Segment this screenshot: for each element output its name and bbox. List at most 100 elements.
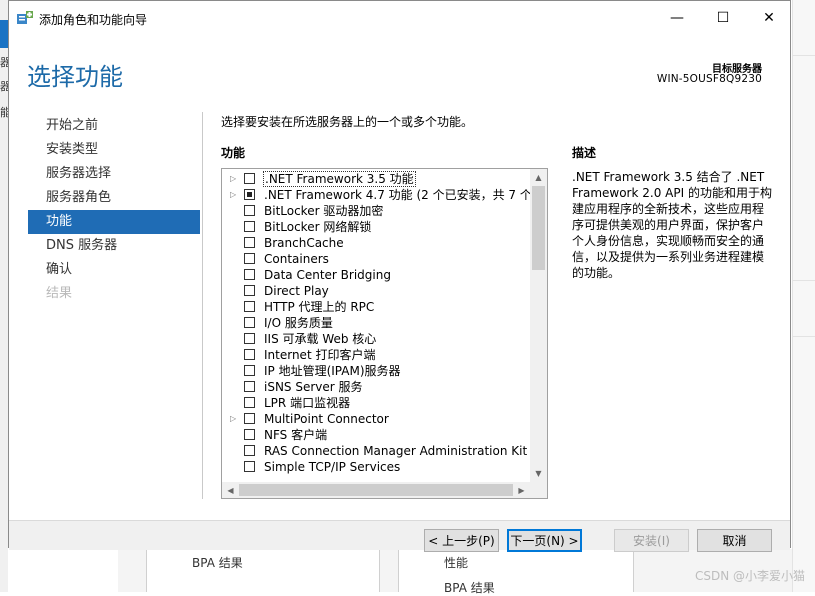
- feature-row[interactable]: RAS Connection Manager Administration Ki…: [222, 443, 544, 459]
- feature-row[interactable]: BitLocker 驱动器加密: [222, 203, 530, 219]
- add-roles-wizard-dialog: 添加角色和功能向导 — ☐ ✕ 选择功能 目标服务器 WIN-5OUSF8Q92…: [8, 0, 791, 550]
- feature-checkbox[interactable]: [244, 413, 255, 424]
- feature-row[interactable]: IIS 可承载 Web 核心: [222, 331, 530, 347]
- features-label: 功能: [221, 146, 246, 160]
- scrollbar-corner: [530, 482, 547, 498]
- feature-label[interactable]: Direct Play: [264, 284, 329, 298]
- feature-row[interactable]: ▷ .NET Framework 3.5 功能: [222, 171, 530, 187]
- install-button[interactable]: 安装(I): [614, 529, 689, 552]
- feature-label[interactable]: IP 地址管理(IPAM)服务器: [264, 364, 401, 378]
- background-bpa-label: BPA 结果: [192, 556, 243, 570]
- feature-label[interactable]: Data Center Bridging: [264, 268, 391, 282]
- scroll-right-icon[interactable]: ▶: [513, 482, 530, 498]
- feature-checkbox[interactable]: [244, 189, 255, 200]
- minimize-button[interactable]: —: [654, 1, 700, 35]
- description-label: 描述: [572, 146, 597, 160]
- feature-checkbox[interactable]: [244, 445, 255, 456]
- feature-checkbox[interactable]: [244, 365, 255, 376]
- feature-checkbox[interactable]: [244, 397, 255, 408]
- background-perf-label: 性能: [444, 556, 469, 570]
- background-accent: [0, 20, 8, 48]
- feature-label[interactable]: Containers: [264, 252, 329, 266]
- feature-checkbox[interactable]: [244, 269, 255, 280]
- page-title: 选择功能: [27, 63, 123, 91]
- feature-row[interactable]: ▷ .NET Framework 4.7 功能 (2 个已安装，共 7 个): [222, 187, 537, 203]
- nav-item[interactable]: 安装类型: [28, 138, 200, 162]
- feature-checkbox[interactable]: [244, 461, 255, 472]
- scroll-down-icon[interactable]: ▼: [530, 465, 547, 482]
- feature-label[interactable]: LPR 端口监视器: [264, 396, 350, 410]
- feature-label[interactable]: RAS Connection Manager Administration Ki…: [264, 444, 544, 458]
- cancel-button[interactable]: 取消: [697, 529, 772, 552]
- nav-item: 结果: [46, 286, 73, 301]
- feature-row[interactable]: iSNS Server 服务: [222, 379, 530, 395]
- feature-row[interactable]: LPR 端口监视器: [222, 395, 530, 411]
- feature-label[interactable]: BitLocker 驱动器加密: [264, 204, 383, 218]
- feature-row[interactable]: Data Center Bridging: [222, 267, 530, 283]
- feature-checkbox[interactable]: [244, 349, 255, 360]
- feature-row[interactable]: Containers: [222, 251, 530, 267]
- features-tree[interactable]: ▷ .NET Framework 3.5 功能 ▷ .NET Framework 4.…: [221, 168, 548, 499]
- nav-item[interactable]: 服务器选择: [28, 162, 200, 186]
- feature-checkbox[interactable]: [244, 205, 255, 216]
- previous-button[interactable]: < 上一步(P): [424, 529, 499, 552]
- nav-item[interactable]: 开始之前: [28, 114, 200, 138]
- horizontal-scrollbar[interactable]: ◀ ▶: [222, 482, 530, 498]
- target-server-value: WIN-5OUSF8Q9230: [656, 73, 762, 85]
- feature-checkbox[interactable]: [244, 221, 255, 232]
- feature-label[interactable]: NFS 客户端: [264, 428, 327, 442]
- feature-row[interactable]: NFS 客户端: [222, 427, 530, 443]
- description-text: .NET Framework 3.5 结合了 .NET Framework 2.…: [572, 170, 772, 280]
- features-list: ▷ .NET Framework 3.5 功能 ▷ .NET Framework 4.…: [222, 171, 544, 475]
- expand-arrow-icon[interactable]: ▷: [230, 190, 238, 200]
- feature-checkbox[interactable]: [244, 285, 255, 296]
- feature-row[interactable]: IP 地址管理(IPAM)服务器: [222, 363, 530, 379]
- feature-checkbox[interactable]: [244, 253, 255, 264]
- feature-row[interactable]: Direct Play: [222, 283, 530, 299]
- feature-label[interactable]: iSNS Server 服务: [264, 380, 363, 394]
- feature-checkbox[interactable]: [244, 381, 255, 392]
- feature-label[interactable]: .NET Framework 3.5 功能: [263, 171, 416, 187]
- feature-row[interactable]: Internet 打印客户端: [222, 347, 530, 363]
- nav-item[interactable]: DNS 服务器: [28, 234, 200, 258]
- window-title: 添加角色和功能向导: [39, 13, 148, 27]
- close-button[interactable]: ✕: [746, 1, 792, 35]
- feature-label[interactable]: IIS 可承载 Web 核心: [264, 332, 376, 346]
- feature-label[interactable]: BitLocker 网络解锁: [264, 220, 371, 234]
- feature-checkbox[interactable]: [244, 333, 255, 344]
- nav-item[interactable]: 服务器角色: [28, 186, 200, 210]
- feature-label[interactable]: BranchCache: [264, 236, 344, 250]
- title-bar[interactable]: 添加角色和功能向导 — ☐ ✕: [9, 1, 790, 35]
- feature-label[interactable]: MultiPoint Connector: [264, 412, 389, 426]
- feature-row[interactable]: BranchCache: [222, 235, 530, 251]
- expand-arrow-icon[interactable]: ▷: [230, 174, 238, 184]
- vertical-scrollbar[interactable]: ▲ ▼: [530, 169, 547, 482]
- nav-item[interactable]: 确认: [28, 258, 200, 282]
- expand-arrow-icon[interactable]: ▷: [230, 414, 238, 424]
- feature-label[interactable]: Simple TCP/IP Services: [264, 460, 400, 474]
- feature-checkbox[interactable]: [244, 317, 255, 328]
- feature-row[interactable]: ▷ MultiPoint Connector: [222, 411, 530, 427]
- background-right-panel: [792, 0, 815, 592]
- next-button[interactable]: 下一页(N) >: [507, 529, 582, 552]
- wizard-nav: 开始之前 安装类型 服务器选择 服务器角色 功能 DNS 服务器 确认结果: [28, 114, 200, 306]
- feature-checkbox[interactable]: [244, 429, 255, 440]
- feature-row[interactable]: I/O 服务质量: [222, 315, 530, 331]
- feature-label[interactable]: .NET Framework 4.7 功能 (2 个已安装，共 7 个): [264, 188, 537, 202]
- scroll-up-icon[interactable]: ▲: [530, 169, 547, 186]
- feature-label[interactable]: HTTP 代理上的 RPC: [264, 300, 374, 314]
- feature-label[interactable]: Internet 打印客户端: [264, 348, 375, 362]
- feature-row[interactable]: BitLocker 网络解锁: [222, 219, 530, 235]
- nav-item[interactable]: 功能: [28, 210, 200, 234]
- feature-row[interactable]: Simple TCP/IP Services: [222, 459, 530, 475]
- maximize-button[interactable]: ☐: [700, 1, 746, 35]
- feature-checkbox[interactable]: [244, 301, 255, 312]
- background-tiles: BPA 结果 性能 BPA 结果: [118, 549, 792, 595]
- scroll-left-icon[interactable]: ◀: [222, 482, 239, 498]
- feature-label[interactable]: I/O 服务质量: [264, 316, 333, 330]
- vertical-scroll-thumb[interactable]: [532, 186, 545, 270]
- feature-checkbox[interactable]: [244, 237, 255, 248]
- feature-checkbox[interactable]: [244, 173, 255, 184]
- horizontal-scroll-thumb[interactable]: [239, 484, 513, 496]
- feature-row[interactable]: HTTP 代理上的 RPC: [222, 299, 530, 315]
